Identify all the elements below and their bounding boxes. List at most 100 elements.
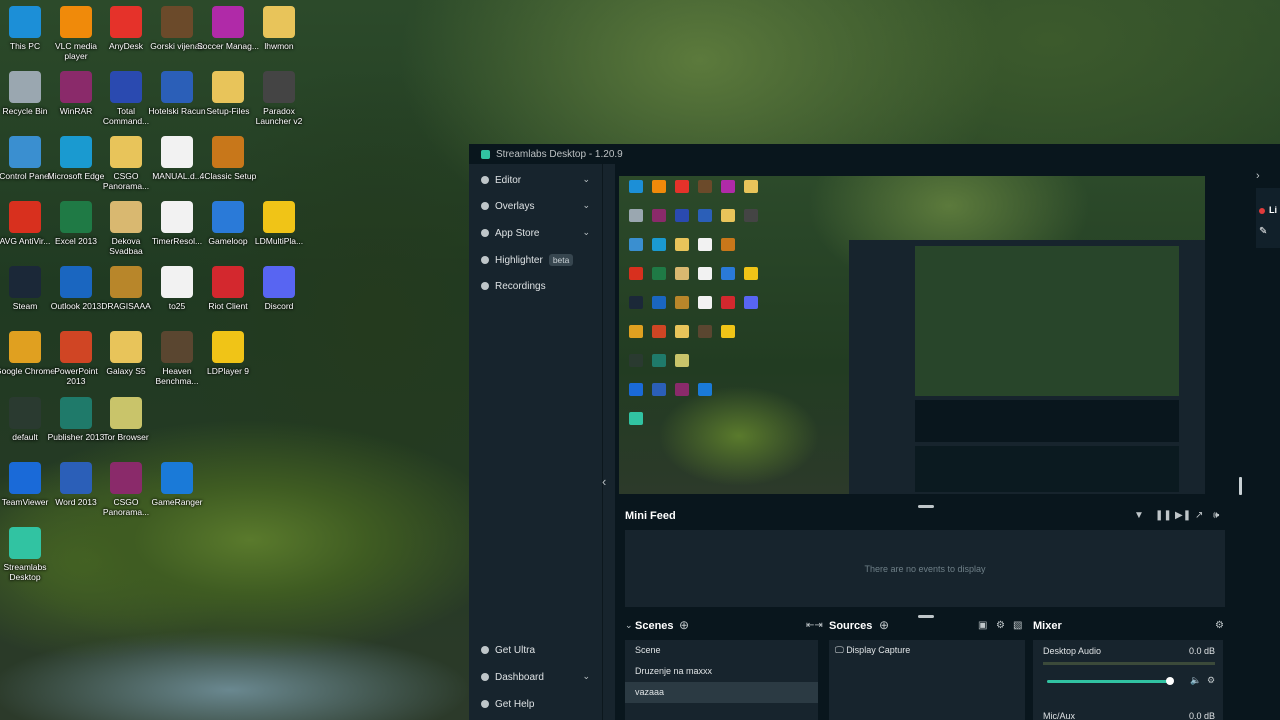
volume-slider-knob[interactable] xyxy=(1165,677,1174,685)
nav-get-help[interactable]: Get Help xyxy=(469,691,602,717)
edit-pencil-icon[interactable]: ✎ xyxy=(1259,226,1267,237)
title-bar: Streamlabs Desktop - 1.20.9 xyxy=(469,144,1280,164)
nav-editor[interactable]: Editor ⌄ xyxy=(469,167,602,193)
mute-speaker-icon[interactable]: 🔈 xyxy=(1190,675,1201,686)
steam-icon xyxy=(9,266,41,298)
nav-label: Editor xyxy=(495,174,522,186)
nav-app-store[interactable]: App Store ⌄ xyxy=(469,220,602,246)
pause-icon[interactable]: ❚❚ xyxy=(1155,510,1172,521)
preview-thumbnail-paradox-icon xyxy=(744,209,758,222)
preview-scrollbar[interactable] xyxy=(1239,477,1242,495)
folder-icon xyxy=(212,71,244,103)
mixer-title: Mixer xyxy=(1033,620,1062,632)
document-icon xyxy=(161,266,193,298)
chevron-down-icon[interactable]: ⌄ xyxy=(625,620,633,631)
chevron-down-icon: ⌄ xyxy=(582,174,590,184)
desktop-shortcut[interactable]: Discord xyxy=(247,266,311,311)
preview-thumbnail-edge-icon xyxy=(652,238,666,251)
expand-chevron-right-icon[interactable]: › xyxy=(1256,170,1260,182)
preview-thumbnail-winrar-icon xyxy=(675,383,689,396)
chevron-down-icon: ⌄ xyxy=(582,671,590,681)
nav-label: Highlighter xyxy=(495,254,543,266)
streamlabs-window: Streamlabs Desktop - 1.20.9 Editor ⌄ Ove… xyxy=(469,144,1280,720)
discord-icon xyxy=(263,266,295,298)
preview-thumbnail-monitor-icon xyxy=(629,180,643,193)
source-icon-a[interactable]: ▣ xyxy=(978,620,987,631)
collapse-sidebar-chevron-icon[interactable]: ‹ xyxy=(602,474,614,489)
window-title: Streamlabs Desktop - 1.20.9 xyxy=(496,148,623,160)
filter-icon[interactable]: ▼ xyxy=(1134,510,1144,521)
go-live-label: Li xyxy=(1269,205,1277,215)
editor-icon xyxy=(481,176,489,184)
preview-thumbnail-folder-icon xyxy=(744,180,758,193)
source-icon-b[interactable]: ⚙ xyxy=(996,620,1005,631)
scene-item[interactable]: Druzenje na maxxx xyxy=(625,661,818,682)
desktop-shortcut[interactable]: lhwmon xyxy=(247,6,311,51)
folder-icon xyxy=(110,136,142,168)
desktop-shortcut[interactable]: LDPlayer 9 xyxy=(196,331,260,376)
preview-thumbnail-winrar-icon xyxy=(652,209,666,222)
volume-icon[interactable]: 🕪 xyxy=(1213,510,1219,521)
desktop-shortcut-label: Tor Browser xyxy=(103,432,149,442)
preview-thumbnail-ldplayer-icon xyxy=(721,325,735,338)
preview-nested-window xyxy=(849,240,1205,494)
volume-slider-track[interactable] xyxy=(1047,677,1174,685)
streamlabs-icon xyxy=(9,527,41,559)
beta-badge: beta xyxy=(548,254,574,266)
add-source-icon[interactable]: ⊕ xyxy=(879,618,889,632)
live-indicator-dot-icon xyxy=(1259,208,1265,214)
preview-thumbnail-4classic-icon xyxy=(721,238,735,251)
resize-handle[interactable] xyxy=(918,505,934,508)
word-icon xyxy=(60,462,92,494)
desktop-shortcut[interactable]: Tor Browser xyxy=(94,397,158,442)
desktop-shortcut[interactable]: 4Classic Setup xyxy=(196,136,260,181)
preview-thumbnail-word-doc-icon xyxy=(698,209,712,222)
desktop-shortcut[interactable]: LDMultiPla... xyxy=(247,201,311,246)
nav-dashboard[interactable]: Dashboard ⌄ xyxy=(469,664,602,690)
folder-icon[interactable]: ▧ xyxy=(1013,620,1022,631)
blank-file-icon xyxy=(9,397,41,429)
popout-icon[interactable]: ↗ xyxy=(1195,510,1203,521)
desktop-shortcut-label: lhwmon xyxy=(264,41,294,51)
mixer-channel-level: 0.0 dB xyxy=(1188,711,1215,720)
folder-image-icon xyxy=(110,266,142,298)
preview-thumbnail-folder-image-icon xyxy=(675,296,689,309)
go-live-area[interactable]: Li ✎ xyxy=(1256,188,1280,248)
mixer-settings-gear-icon[interactable]: ⚙ xyxy=(1215,620,1224,631)
scene-transitions-icon[interactable]: ⇤⇥ xyxy=(806,620,823,631)
preview-thumbnail-riot-icon xyxy=(721,296,735,309)
scenes-list: Scene Druzenje na maxxx vazaaa xyxy=(625,640,818,720)
nav-recordings[interactable]: Recordings xyxy=(469,273,602,299)
help-icon xyxy=(481,700,489,708)
4classic-icon xyxy=(212,136,244,168)
channel-settings-gear-icon[interactable]: ⚙ xyxy=(1207,675,1215,686)
preview-thumbnail-control-panel-icon xyxy=(629,238,643,251)
stream-preview[interactable] xyxy=(619,176,1205,494)
chrome-icon xyxy=(9,331,41,363)
desktop-shortcut[interactable]: GameRanger xyxy=(145,462,209,507)
preview-thumbnail-recycle-bin-icon xyxy=(629,209,643,222)
nav-get-ultra[interactable]: Get Ultra xyxy=(469,637,602,663)
source-item[interactable]: 🖵 Display Capture xyxy=(829,640,1025,661)
ldmulti-icon xyxy=(263,201,295,233)
skip-icon[interactable]: ▶❚ xyxy=(1175,510,1191,521)
scene-item[interactable]: vazaaa xyxy=(625,682,818,703)
audio-level-meter xyxy=(1043,662,1215,665)
desktop-shortcut[interactable]: Streamlabs Desktop xyxy=(0,527,57,582)
preview-nested-panels xyxy=(915,446,1179,492)
desktop-shortcut[interactable]: Paradox Launcher v2 xyxy=(247,71,311,126)
ldplayer-icon xyxy=(212,331,244,363)
chevron-down-icon: ⌄ xyxy=(582,227,590,237)
dashboard-icon xyxy=(481,673,489,681)
preview-thumbnail-streamlabs-icon xyxy=(629,412,643,425)
desktop-shortcut-label: LDPlayer 9 xyxy=(206,366,250,376)
nav-overlays[interactable]: Overlays ⌄ xyxy=(469,193,602,219)
winrar-icon xyxy=(60,71,92,103)
desktop-shortcut-label: 4Classic Setup xyxy=(199,171,257,181)
scene-item[interactable]: Scene xyxy=(625,640,818,661)
paradox-icon xyxy=(263,71,295,103)
sidebar: Editor ⌄ Overlays ⌄ App Store ⌄ Highligh… xyxy=(469,164,603,720)
resize-handle[interactable] xyxy=(918,615,934,618)
nav-highlighter[interactable]: Highlighter beta xyxy=(469,247,602,273)
add-scene-icon[interactable]: ⊕ xyxy=(679,618,689,632)
